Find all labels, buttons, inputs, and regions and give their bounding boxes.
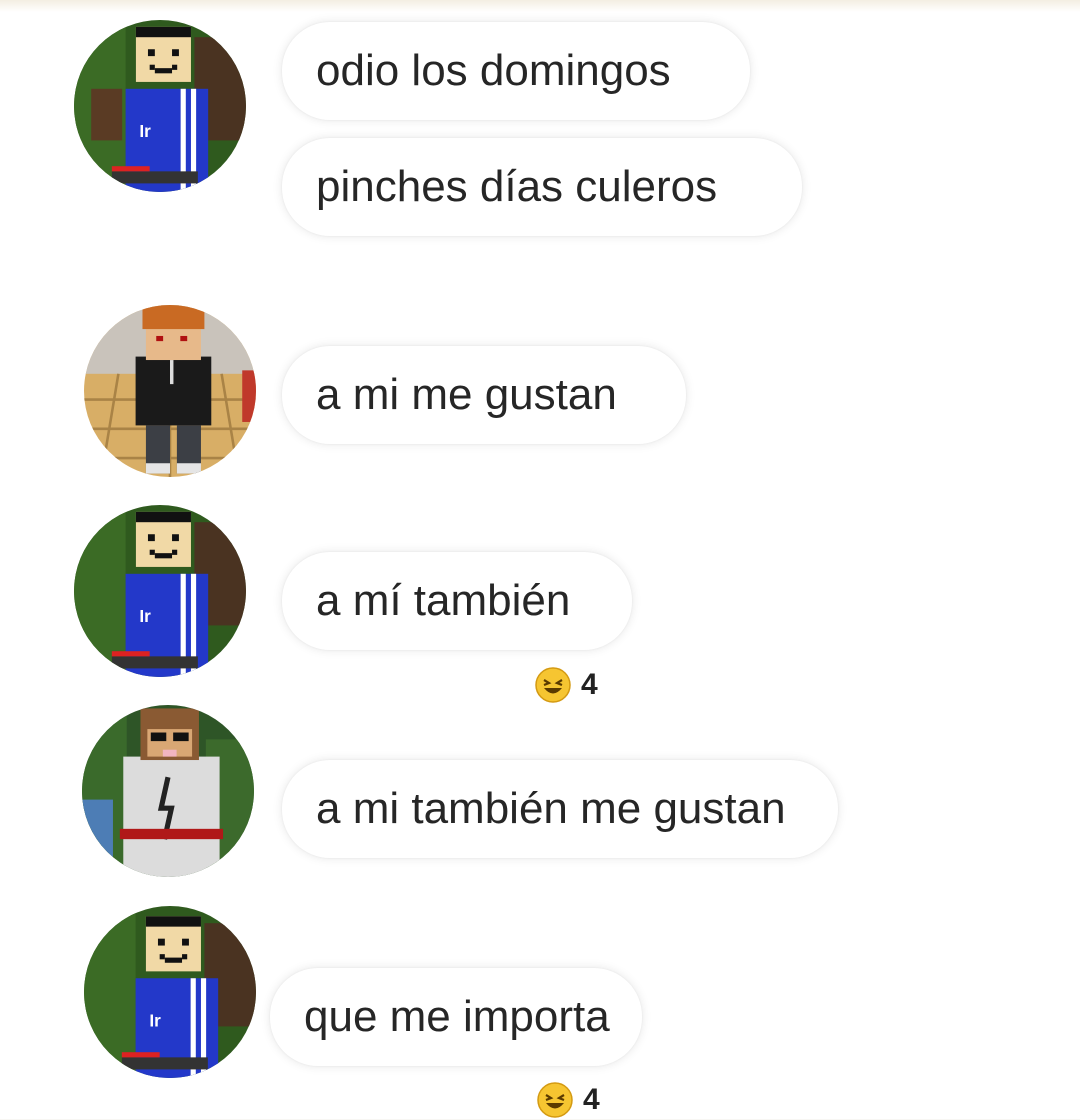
avatar-blue-hoodie[interactable]: Ir: [84, 906, 256, 1078]
svg-text:Ir: Ir: [139, 121, 151, 141]
message-bubble[interactable]: a mí también: [282, 552, 632, 650]
reaction-badge[interactable]: 4: [535, 1080, 600, 1120]
message-bubble[interactable]: odio los domingos: [282, 22, 750, 120]
message-text: a mi me gustan: [316, 370, 617, 419]
message-bubble[interactable]: que me importa: [270, 968, 642, 1066]
message-text: que me importa: [304, 992, 610, 1041]
message-text: odio los domingos: [316, 46, 671, 95]
minecraft-avatar-icon: Ir: [74, 20, 246, 192]
minecraft-avatar-icon: [84, 305, 256, 477]
avatar-blue-hoodie[interactable]: Ir: [74, 505, 246, 677]
message-text: pinches días culeros: [316, 162, 718, 211]
chat-thread: Ir odio los domingos pinches días culero…: [0, 0, 1080, 1119]
reaction-badge[interactable]: 4: [533, 665, 598, 705]
message-bubble[interactable]: a mi me gustan: [282, 346, 686, 444]
top-edge: [0, 0, 1080, 12]
laughing-emoji-icon: [537, 1082, 573, 1118]
minecraft-avatar-icon: Ir: [84, 906, 256, 1078]
message-text: a mi también me gustan: [316, 784, 786, 833]
message-bubble[interactable]: pinches días culeros: [282, 138, 802, 236]
minecraft-avatar-icon: Ir: [74, 505, 246, 677]
minecraft-avatar-icon: [82, 705, 254, 877]
message-bubble[interactable]: a mi también me gustan: [282, 760, 838, 858]
reaction-count: 4: [583, 1083, 600, 1116]
avatar-orange-hair[interactable]: [84, 305, 256, 477]
avatar-blue-hoodie[interactable]: Ir: [74, 20, 246, 192]
svg-text:Ir: Ir: [149, 1010, 161, 1030]
avatar-brown-hair-white-hoodie[interactable]: [82, 705, 254, 877]
message-text: a mí también: [316, 576, 571, 625]
laughing-emoji-icon: [535, 667, 571, 703]
svg-text:Ir: Ir: [139, 606, 151, 626]
reaction-count: 4: [581, 668, 598, 701]
